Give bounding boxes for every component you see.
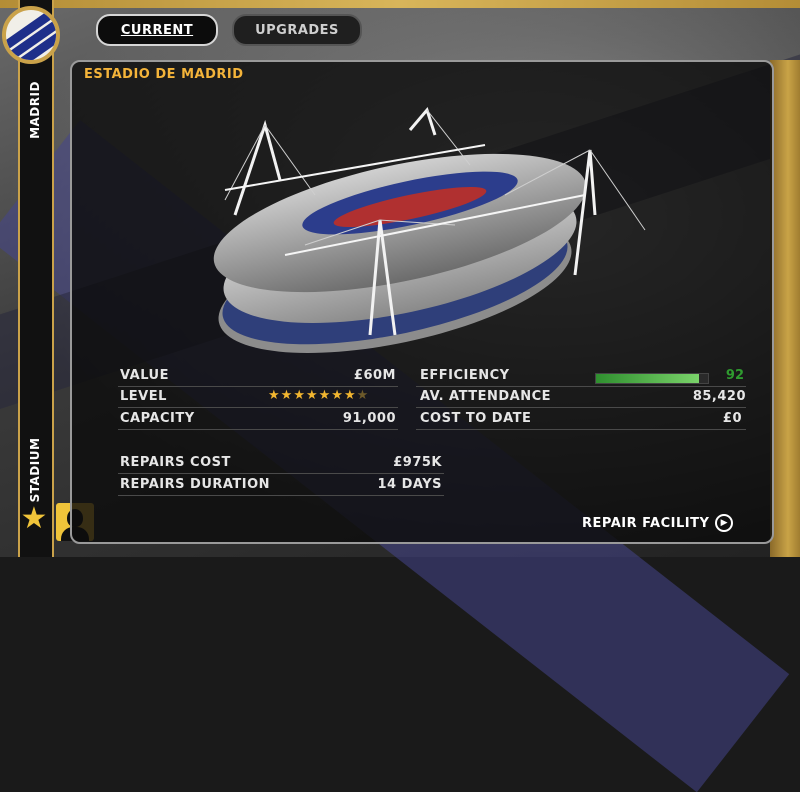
level-star-filled-icon: ★ xyxy=(343,388,357,403)
level-star-filled-icon: ★ xyxy=(318,388,332,403)
level-label: LEVEL xyxy=(120,389,167,404)
row-divider xyxy=(118,473,444,474)
tab-current[interactable]: CURRENT xyxy=(96,14,218,46)
capacity-label: CAPACITY xyxy=(120,411,195,426)
repairs-duration-label: REPAIRS DURATION xyxy=(120,477,271,492)
level-star-filled-icon: ★ xyxy=(268,388,281,403)
tab-upgrades-label: UPGRADES xyxy=(255,22,339,38)
attendance-label: AV. ATTENDANCE xyxy=(420,389,552,404)
row-divider xyxy=(416,429,746,430)
value-label: VALUE xyxy=(120,368,169,383)
level-star-filled-icon: ★ xyxy=(293,388,306,403)
level-star-filled-icon: ★ xyxy=(331,388,344,403)
row-divider xyxy=(416,407,746,408)
stadium-image xyxy=(213,106,646,353)
row-divider xyxy=(118,386,398,387)
value-amount: £60M xyxy=(353,368,396,383)
rail-club-label: MADRID xyxy=(18,80,52,140)
tab-upgrades[interactable]: UPGRADES xyxy=(232,14,362,46)
repair-facility-button[interactable]: REPAIR FACILITY ▶ xyxy=(582,513,734,533)
level-stars: ★★★★★★★★ xyxy=(268,388,369,403)
row-divider xyxy=(118,429,398,430)
level-star-filled-icon: ★ xyxy=(305,388,319,403)
tab-current-label: CURRENT xyxy=(120,22,194,38)
efficiency-bar xyxy=(595,373,709,384)
play-circle-icon: ▶ xyxy=(715,514,734,532)
right-gold-trim xyxy=(770,60,800,557)
attendance-amount: 85,420 xyxy=(692,389,746,404)
repair-facility-label: REPAIR FACILITY xyxy=(582,515,710,531)
star-icon[interactable]: ★ xyxy=(18,503,50,535)
level-star-filled-icon: ★ xyxy=(280,388,294,403)
efficiency-value: 92 xyxy=(725,368,744,383)
rail-section-label: STADIUM xyxy=(18,435,52,505)
row-divider xyxy=(118,495,444,496)
club-crest-icon xyxy=(2,6,60,64)
efficiency-label: EFFICIENCY xyxy=(420,368,510,383)
efficiency-bar-fill xyxy=(596,374,700,383)
top-gold-trim xyxy=(0,0,800,8)
stadium-name: ESTADIO DE MADRID xyxy=(84,67,244,82)
cost-to-date-label: COST TO DATE xyxy=(420,411,532,426)
repairs-duration-amount: 14 DAYS xyxy=(377,477,442,492)
rail-club-text: MADRID xyxy=(28,81,42,139)
level-star-empty-icon: ★ xyxy=(356,388,370,403)
capacity-amount: 91,000 xyxy=(342,411,396,426)
row-divider xyxy=(416,386,746,387)
repairs-cost-amount: £975K xyxy=(393,455,442,470)
row-divider xyxy=(118,407,398,408)
rail-section-text: STADIUM xyxy=(28,437,42,503)
cost-to-date-amount: £0 xyxy=(722,411,742,426)
repairs-cost-label: REPAIRS COST xyxy=(120,455,231,470)
